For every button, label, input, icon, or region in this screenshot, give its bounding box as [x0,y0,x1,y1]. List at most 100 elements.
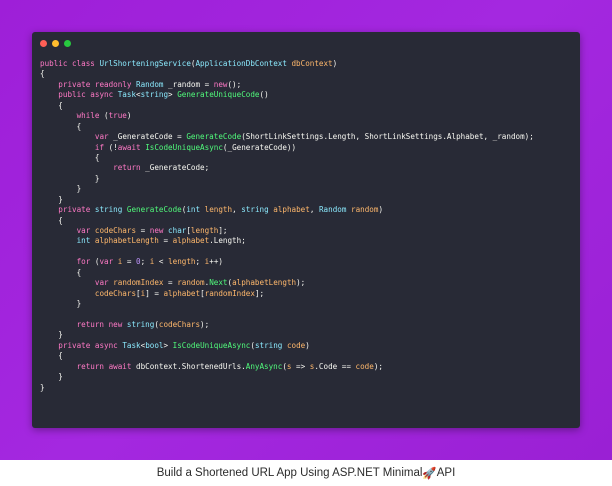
minimize-dot [52,40,59,47]
maximize-dot [64,40,71,47]
code-line: } [40,299,576,309]
code-line: private readonly Random _random = new(); [40,80,576,90]
code-token: { [40,215,63,225]
code-line: { [40,153,576,163]
code-token: Next [209,278,228,288]
code-token: } [40,173,100,183]
close-dot [40,40,47,47]
code-token: new [149,226,169,235]
code-token: } [40,330,63,340]
code-token: .Code == [314,361,356,371]
code-token: (ShortLinkSettings.Length, ShortLinkSett… [241,132,534,142]
code-token: ]; [254,288,265,298]
code-token: { [40,100,63,110]
code-token: IsCodeUniqueAsync [172,340,251,350]
code-token: true [108,111,127,121]
code-line: for (var i = 0; i < length; i++) [40,257,576,267]
code-token: { [40,152,100,162]
code-block: public class UrlShorteningService(Applic… [40,59,576,393]
code-token: string [94,205,127,215]
code-token: _GenerateCode; [145,163,210,173]
code-token: _random = [168,79,214,89]
code-line: while (true) [40,111,576,121]
code-line: } [40,330,576,340]
code-token: ) [126,111,132,121]
code-line: { [40,351,576,361]
code-token: randomIndex [204,288,255,298]
code-token: (! [108,142,118,152]
code-token: random [177,278,205,288]
code-token: codeChars [94,288,137,298]
code-token: dbContext.ShortenedUrls. [136,361,246,371]
code-line: return new string(codeChars); [40,320,576,330]
code-line: int alphabetLength = alphabet.Length; [40,236,576,246]
code-token: (_GenerateCode)) [222,142,297,152]
code-token: } [40,372,63,382]
code-token: alphabet [172,236,210,246]
code-token: ] = [145,288,164,298]
code-token: var [99,257,118,267]
code-token: = [163,278,178,288]
code-token: , [309,205,319,215]
code-token: IsCodeUniqueAsync [145,142,223,152]
code-line: { [40,122,576,132]
code-token: } [40,382,45,392]
code-line: return _GenerateCode; [40,163,576,173]
code-token: string [241,205,274,215]
code-token: char [168,226,187,235]
code-token: UrlShorteningService [99,59,191,68]
code-line: { [40,69,576,79]
code-token: private readonly [58,79,137,89]
code-token: } [40,194,63,204]
code-line: } [40,184,576,194]
code-line: } [40,195,576,205]
code-token: for [76,257,95,267]
code-token: < [154,257,169,267]
code-token: code [286,340,306,350]
code-token: Random [318,205,351,215]
code-token: return new [76,319,127,329]
code-line: private async Task<bool> IsCodeUniqueAsy… [40,341,576,351]
code-token: string [126,319,155,329]
code-token: ; [140,257,150,267]
code-token: dbContext [291,59,333,68]
code-token: { [40,351,63,361]
code-line: return await dbContext.ShortenedUrls.Any… [40,362,576,372]
code-token: codeChars [94,226,137,235]
code-token: randomIndex [113,278,164,288]
code-token: = [122,257,137,267]
code-line: { [40,268,576,278]
code-line: { [40,101,576,111]
code-token: length [168,257,196,267]
code-line: } [40,372,576,382]
code-token: , [232,205,242,215]
code-token: ]; [218,226,228,235]
code-token: return await [76,361,137,371]
code-token: var [94,278,114,288]
code-token: ) [305,340,310,350]
code-line: codeChars[i] = alphabet[randomIndex]; [40,289,576,299]
code-token: GenerateUniqueCode [177,90,260,100]
code-line: var codeChars = new char[length]; [40,226,576,236]
code-token: Task [117,90,137,100]
code-token: ; [195,257,205,267]
code-token: string [140,90,169,100]
rocket-icon: 🚀 [422,468,437,480]
code-window: public class UrlShorteningService(Applic… [32,32,580,428]
code-token: ); [200,319,210,329]
code-token: public [40,59,73,68]
caption-text: Build a Shortened URL App Using ASP.NET … [156,467,423,479]
code-token: bool [145,340,164,350]
code-line: var _GenerateCode = GenerateCode(ShortLi… [40,132,576,142]
code-token: ) [332,59,338,68]
code-token: Random [136,79,169,89]
